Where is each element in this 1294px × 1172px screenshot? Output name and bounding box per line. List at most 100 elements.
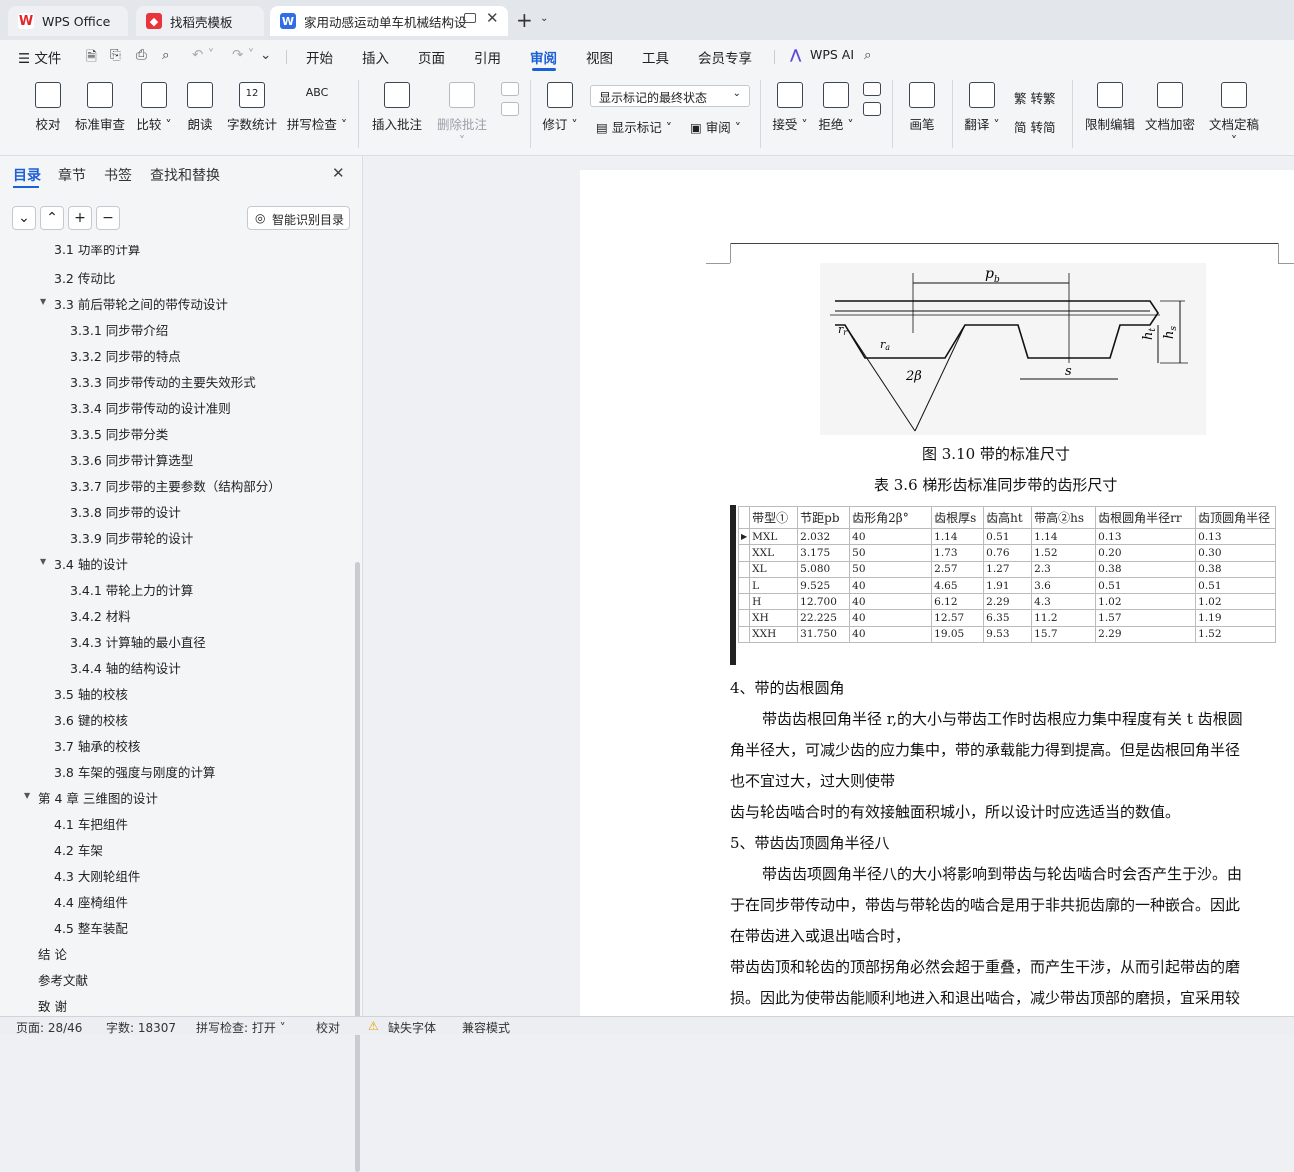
toc-item[interactable]: 3.7 轴承的校核 <box>54 736 140 755</box>
accept-button[interactable]: 接受 ˅ <box>770 82 810 133</box>
toc-item[interactable]: 3.3.5 同步带分类 <box>70 424 168 443</box>
restrict-edit-button[interactable]: 限制编辑 <box>1084 82 1136 133</box>
missing-font-indicator[interactable]: 缺失字体 <box>388 1019 436 1036</box>
toc-item[interactable]: 4.4 座椅组件 <box>54 892 128 911</box>
toc-item[interactable]: 3.3 前后带轮之间的带传动设计 <box>54 294 228 313</box>
toc-item[interactable]: 3.3.2 同步带的特点 <box>70 346 181 365</box>
print-icon[interactable]: ⎙ <box>136 47 147 63</box>
smart-toc-button[interactable]: ◎ 智能识别目录 <box>247 206 350 230</box>
tab-toc[interactable]: 目录 <box>13 165 41 185</box>
menu-start[interactable]: 开始 <box>306 47 333 67</box>
toc-item[interactable]: 4.3 大刚轮组件 <box>54 866 140 885</box>
menu-reference[interactable]: 引用 <box>474 47 501 67</box>
menu-view[interactable]: 视图 <box>586 47 613 67</box>
spell-check-toggle[interactable]: 拼写检查: 打开 ˅ <box>196 1019 286 1036</box>
close-panel-icon[interactable]: ✕ <box>332 164 345 182</box>
translate-button[interactable]: 翻译 ˅ <box>962 82 1002 133</box>
menu-tools[interactable]: 工具 <box>642 47 669 67</box>
tab-list-chevron-icon[interactable]: ⌄ <box>540 13 548 24</box>
toc-item[interactable]: 3.3.6 同步带计算选型 <box>70 450 193 469</box>
toc-item[interactable]: 3.1 功率的计算 <box>54 245 140 258</box>
search-icon[interactable]: ⌕ <box>864 47 872 63</box>
collapse-all-icon[interactable]: ⌃ <box>40 206 64 230</box>
to-simplified-button[interactable]: 简 转简 <box>1014 117 1056 136</box>
spell-check-button[interactable]: ABC 拼写检查 ˅ <box>286 82 348 133</box>
track-changes-button[interactable]: 修订 ˅ <box>540 82 580 133</box>
table-cell: 15.7 <box>1031 625 1097 644</box>
panel-scrollbar[interactable] <box>355 562 360 1172</box>
close-tab-icon[interactable]: ✕ <box>486 9 499 27</box>
insert-comment-button[interactable]: 插入批注 <box>370 82 424 133</box>
toc-item[interactable]: 3.8 车架的强度与刚度的计算 <box>54 762 215 781</box>
proofread-status[interactable]: 校对 <box>316 1019 340 1036</box>
toc-item[interactable]: 3.4.3 计算轴的最小直径 <box>70 632 206 651</box>
new-tab-icon[interactable]: + <box>516 8 533 32</box>
pen-button[interactable]: 画笔 <box>904 82 940 133</box>
standard-review-button[interactable]: 标准审查 <box>74 82 126 133</box>
page-indicator[interactable]: 页面: 28/46 <box>16 1019 82 1036</box>
tab-find-replace[interactable]: 查找和替换 <box>150 165 220 185</box>
toc-item[interactable]: 3.3.3 同步带传动的主要失效形式 <box>70 372 256 391</box>
toc-item[interactable]: 3.4.1 带轮上力的计算 <box>70 580 193 599</box>
change-nav-buttons[interactable] <box>862 82 882 122</box>
menu-page[interactable]: 页面 <box>418 47 445 67</box>
toc-item[interactable]: 致 谢 <box>38 996 67 1015</box>
save-icon[interactable]: 🗎 <box>86 47 97 70</box>
compare-button[interactable]: 比较 ˅ <box>134 82 174 133</box>
reject-button[interactable]: 拒绝 ˅ <box>816 82 856 133</box>
menu-review[interactable]: 审阅 <box>530 47 557 67</box>
screen-icon[interactable] <box>464 13 476 23</box>
comment-nav-buttons[interactable] <box>500 82 520 122</box>
toc-item[interactable]: 参考文献 <box>38 970 88 989</box>
tab-docer-templates[interactable]: ◆ 找稻壳模板 <box>136 6 264 36</box>
delete-comment-button[interactable]: 删除批注 ˅ <box>432 82 492 148</box>
toc-item[interactable]: 3.4 轴的设计 <box>54 554 128 573</box>
toc-item[interactable]: 结 论 <box>38 944 67 963</box>
remove-heading-icon[interactable]: − <box>96 206 120 230</box>
file-menu[interactable]: ☰ 文件 <box>18 47 61 67</box>
word-count-button[interactable]: 12 字数统计 <box>226 82 278 133</box>
encrypt-doc-button[interactable]: 文档加密 <box>1144 82 1196 133</box>
toc-expand-icon[interactable]: ▼ <box>24 791 30 800</box>
expand-all-icon[interactable]: ⌄ <box>12 206 36 230</box>
to-traditional-button[interactable]: 繁 转繁 <box>1014 88 1056 107</box>
markup-state-select[interactable]: 显示标记的最终状态 ⌄ <box>590 85 750 107</box>
toc-item[interactable]: 3.3.8 同步带的设计 <box>70 502 181 521</box>
toc-item[interactable]: 3.3.1 同步带介绍 <box>70 320 168 339</box>
toc-expand-icon[interactable]: ▼ <box>40 297 46 306</box>
toc-item[interactable]: 第 4 章 三维图的设计 <box>38 788 158 807</box>
word-count-indicator[interactable]: 字数: 18307 <box>106 1019 176 1036</box>
title-tab-bar: W WPS Office ◆ 找稻壳模板 W 家用动感运动单车机械结构设 ✕ +… <box>0 0 1294 40</box>
menu-insert[interactable]: 插入 <box>362 47 389 67</box>
finalize-doc-button[interactable]: 文档定稿 ˅ <box>1204 82 1264 148</box>
quick-access-chevron-icon[interactable]: ⌄ <box>260 47 271 63</box>
review-pane-button[interactable]: ▣ 审阅 ˅ <box>690 117 741 136</box>
print-preview-icon[interactable]: ⌕ <box>162 47 170 63</box>
tab-current-document[interactable]: W 家用动感运动单车机械结构设 ✕ <box>270 6 508 36</box>
toc-item[interactable]: 3.5 轴的校核 <box>54 684 128 703</box>
add-heading-icon[interactable]: + <box>68 206 92 230</box>
redo-icon[interactable]: ↷ ˅ <box>232 47 254 63</box>
read-aloud-button[interactable]: 朗读 <box>184 82 216 133</box>
toc-expand-icon[interactable]: ▼ <box>40 557 46 566</box>
toc-item[interactable]: 3.3.7 同步带的主要参数（结构部分） <box>70 476 281 495</box>
undo-icon[interactable]: ↶ ˅ <box>192 47 214 63</box>
export-icon[interactable]: ⎘ <box>110 47 121 63</box>
toc-item[interactable]: 4.5 整车装配 <box>54 918 128 937</box>
tab-chapters[interactable]: 章节 <box>58 165 86 185</box>
tab-bookmarks[interactable]: 书签 <box>104 165 132 185</box>
toc-item[interactable]: 4.1 车把组件 <box>54 814 128 833</box>
toc-item[interactable]: 3.4.2 材料 <box>70 606 131 625</box>
toc-item[interactable]: 3.6 键的校核 <box>54 710 128 729</box>
proofread-button[interactable]: 校对 <box>30 82 66 133</box>
show-markup-button[interactable]: ▤ 显示标记 ˅ <box>596 117 672 136</box>
wps-ai-button[interactable]: WPS AI <box>810 47 854 62</box>
toc-item[interactable]: 3.3.9 同步带轮的设计 <box>70 528 193 547</box>
menu-membership[interactable]: 会员专享 <box>698 47 752 67</box>
toc-item[interactable]: 3.2 传动比 <box>54 268 115 287</box>
tab-wps-office[interactable]: W WPS Office <box>8 6 128 36</box>
toc-item[interactable]: 3.4.4 轴的结构设计 <box>70 658 181 677</box>
table-cell: XL <box>749 560 799 578</box>
toc-item[interactable]: 3.3.4 同步带传动的设计准则 <box>70 398 231 417</box>
toc-item[interactable]: 4.2 车架 <box>54 840 103 859</box>
